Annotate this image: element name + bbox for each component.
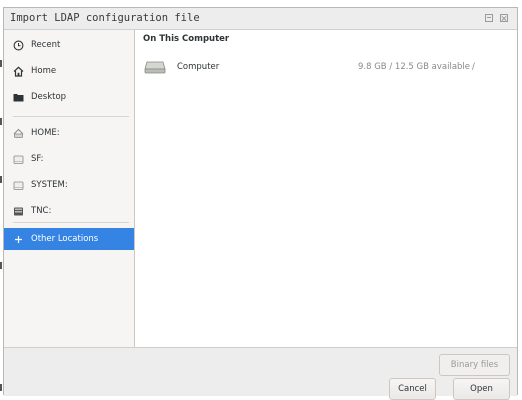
cancel-button[interactable]: Cancel	[389, 378, 436, 400]
sidebar-separator	[13, 222, 129, 223]
plus-icon	[13, 234, 24, 245]
background-mark	[0, 176, 2, 183]
sidebar-item-other-locations[interactable]: Other Locations	[4, 228, 134, 250]
sidebar-item-home[interactable]: Home	[4, 60, 134, 82]
maximize-icon[interactable]	[485, 14, 493, 22]
drive-icon	[13, 206, 24, 217]
location-path: /	[472, 62, 475, 72]
hard-drive-icon	[144, 61, 166, 74]
background-mark	[0, 118, 2, 125]
network-drive-icon	[13, 128, 24, 139]
sidebar-separator	[13, 116, 129, 117]
clock-icon	[13, 40, 24, 51]
file-filter-button[interactable]: Binary files	[439, 354, 510, 376]
sidebar-item-desktop[interactable]: Desktop	[4, 86, 134, 108]
sidebar-item-label: TNC:	[31, 206, 52, 216]
background-mark	[0, 384, 2, 391]
location-row-computer[interactable]: Computer 9.8 GB / 12.5 GB available /	[135, 56, 517, 80]
sidebar-item-system[interactable]: SYSTEM:	[4, 174, 134, 196]
drive-icon	[13, 154, 24, 165]
sidebar-item-label: Desktop	[31, 92, 67, 102]
sidebar-item-home-drive[interactable]: HOME:	[4, 122, 134, 144]
location-name: Computer	[177, 62, 220, 72]
sidebar-item-sf[interactable]: SF:	[4, 148, 134, 170]
sidebar-item-label: HOME:	[31, 128, 60, 138]
folder-icon	[13, 92, 24, 103]
section-header: On This Computer	[143, 34, 230, 44]
places-sidebar: Recent Home Desktop HOME: SF: SYSTEM: TN…	[4, 30, 135, 347]
sidebar-item-label: Home	[31, 66, 57, 76]
sidebar-item-label: Other Locations	[31, 234, 99, 244]
title-bar[interactable]: Import LDAP configuration file	[4, 8, 517, 30]
dialog-title: Import LDAP configuration file	[10, 12, 200, 24]
location-space: 9.8 GB / 12.5 GB available	[358, 62, 471, 72]
locations-view: On This Computer Computer 9.8 GB / 12.5 …	[135, 30, 517, 347]
sidebar-item-tnc[interactable]: TNC:	[4, 200, 134, 222]
sidebar-item-label: SYSTEM:	[31, 180, 68, 190]
sidebar-item-label: Recent	[31, 40, 61, 50]
background-mark	[0, 262, 2, 269]
drive-icon	[13, 180, 24, 191]
file-chooser-dialog: Import LDAP configuration file Recent Ho…	[3, 7, 518, 400]
sidebar-item-label: SF:	[31, 154, 44, 164]
open-button[interactable]: Open	[453, 378, 510, 400]
home-icon	[13, 65, 24, 77]
background-mark	[0, 60, 2, 67]
close-icon[interactable]	[500, 14, 508, 22]
dialog-action-area: Binary files Cancel Open	[4, 347, 517, 400]
sidebar-item-recent[interactable]: Recent	[4, 34, 134, 56]
